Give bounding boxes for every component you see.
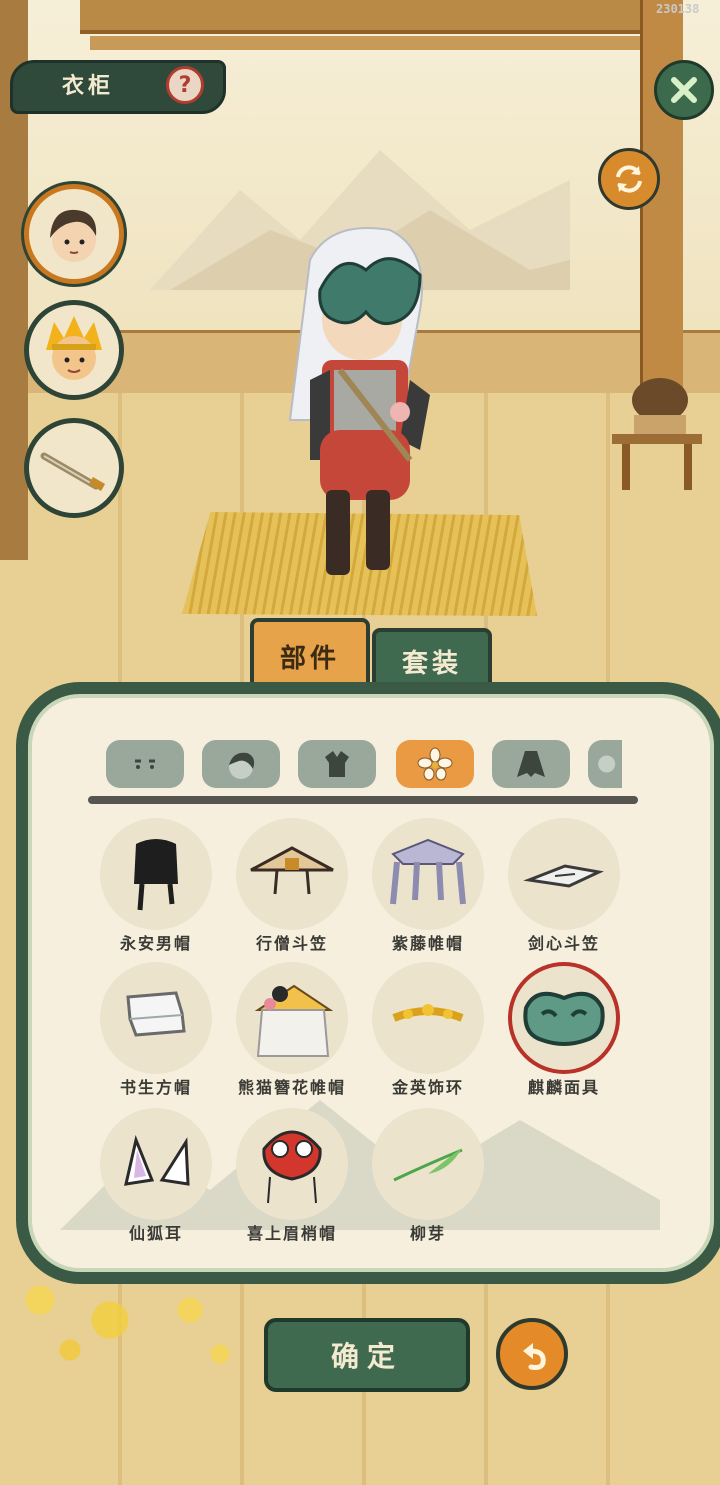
ink-divider xyxy=(88,796,638,804)
category-accessory[interactable] xyxy=(396,740,474,788)
item-label: 行僧斗笠 xyxy=(255,934,328,953)
item-label: 金英饰环 xyxy=(391,1078,464,1097)
flat-hat-icon xyxy=(523,864,604,888)
character-select-2[interactable] xyxy=(24,300,124,400)
face-icon xyxy=(135,759,155,769)
item-cell[interactable]: 行僧斗笠 xyxy=(236,818,356,958)
item-thumb xyxy=(100,818,212,930)
close-button[interactable] xyxy=(654,60,714,120)
ceiling-beam-lower xyxy=(90,36,640,50)
item-thumb xyxy=(372,818,484,930)
item-cell[interactable]: 麒麟面具 xyxy=(508,962,628,1102)
item-label: 喜上眉梢帽 xyxy=(246,1224,337,1243)
item-cell[interactable]: 柳芽 xyxy=(372,1108,492,1248)
cloak-icon xyxy=(517,751,545,777)
item-label: 剑心斗笠 xyxy=(527,934,600,953)
category-hair[interactable] xyxy=(202,740,280,788)
player-character xyxy=(288,227,430,575)
panda-hat-icon xyxy=(254,984,334,1057)
item-thumb xyxy=(372,962,484,1074)
weapon-select[interactable] xyxy=(24,418,124,518)
veil-hat-icon xyxy=(390,838,466,905)
item-cell[interactable]: 书生方帽 xyxy=(100,962,220,1102)
close-icon xyxy=(671,77,697,103)
item-label: 书生方帽 xyxy=(119,1078,192,1097)
item-thumb xyxy=(508,818,620,930)
page-title: 衣柜 xyxy=(62,74,115,99)
item-thumb xyxy=(236,818,348,930)
scholar-hat-icon xyxy=(126,991,186,1037)
sword-icon xyxy=(40,452,106,491)
character-select-1[interactable] xyxy=(24,184,124,284)
stool-with-pot xyxy=(612,378,702,490)
gold-circlet-icon xyxy=(392,1004,464,1022)
back-button[interactable] xyxy=(496,1318,568,1390)
black-hat-icon xyxy=(134,839,178,911)
more-icon xyxy=(598,755,616,773)
item-thumb xyxy=(372,1108,484,1220)
straw-hat-icon xyxy=(250,846,334,895)
fox-ears-icon xyxy=(124,1134,190,1186)
yellow-flowers-decoration xyxy=(0,1270,270,1380)
item-label: 仙狐耳 xyxy=(128,1224,183,1243)
item-thumb-selected xyxy=(508,962,620,1074)
category-cloak[interactable] xyxy=(492,740,570,788)
category-more[interactable] xyxy=(588,740,622,788)
flower-icon xyxy=(417,747,453,781)
confirm-button[interactable]: 确定 xyxy=(264,1318,470,1392)
item-thumb xyxy=(236,962,348,1074)
item-cell[interactable]: 喜上眉梢帽 xyxy=(236,1108,356,1248)
qilin-mask-icon xyxy=(523,991,605,1046)
item-thumb xyxy=(100,962,212,1074)
item-label: 麒麟面具 xyxy=(527,1078,600,1097)
clothes-icon xyxy=(325,751,349,777)
item-thumb xyxy=(100,1108,212,1220)
item-label: 柳芽 xyxy=(409,1224,446,1243)
willow-sprout-icon xyxy=(393,1148,463,1182)
lion-hat-icon xyxy=(262,1130,322,1204)
refresh-button[interactable] xyxy=(598,148,660,210)
item-label: 永安男帽 xyxy=(119,934,192,953)
item-label: 紫藤帷帽 xyxy=(391,934,464,953)
undo-icon xyxy=(523,1343,546,1370)
hair-icon xyxy=(229,752,255,779)
item-thumb xyxy=(236,1108,348,1220)
category-clothes[interactable] xyxy=(298,740,376,788)
item-cell[interactable]: 剑心斗笠 xyxy=(508,818,628,958)
item-cell[interactable]: 永安男帽 xyxy=(100,818,220,958)
ceiling-beam xyxy=(80,0,640,34)
question-icon[interactable]: ? xyxy=(166,66,204,104)
monkey-portrait-icon xyxy=(46,316,102,380)
build-id: 230138 xyxy=(656,2,700,16)
item-label: 熊猫簪花帷帽 xyxy=(237,1078,346,1097)
category-face[interactable] xyxy=(106,740,184,788)
item-cell[interactable]: 仙狐耳 xyxy=(100,1108,220,1248)
item-cell[interactable]: 紫藤帷帽 xyxy=(372,818,492,958)
refresh-icon xyxy=(616,165,642,193)
item-cell[interactable]: 金英饰环 xyxy=(372,962,492,1102)
item-cell[interactable]: 熊猫簪花帷帽 xyxy=(236,962,356,1102)
boy-portrait-icon xyxy=(50,209,97,262)
